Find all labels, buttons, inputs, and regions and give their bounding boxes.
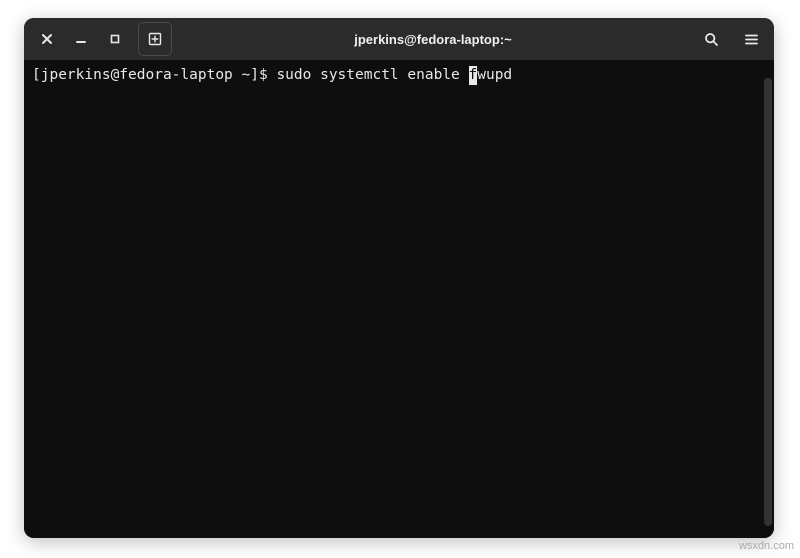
minimize-button[interactable] <box>64 22 98 56</box>
hamburger-icon <box>744 32 759 47</box>
new-tab-button[interactable] <box>138 22 172 56</box>
close-button[interactable] <box>30 22 64 56</box>
close-icon <box>41 33 53 45</box>
search-button[interactable] <box>694 22 728 56</box>
watermark-text: wsxdn.com <box>739 540 794 552</box>
text-cursor: f <box>469 66 478 85</box>
terminal-window: jperkins@fedora-laptop:~ [jperkins@fedor… <box>24 18 774 538</box>
command-text-before: sudo systemctl enable <box>276 67 468 83</box>
scrollbar[interactable] <box>764 78 772 526</box>
maximize-button[interactable] <box>98 22 132 56</box>
titlebar-left-controls <box>30 22 172 56</box>
command-text-after: wupd <box>477 67 512 83</box>
titlebar: jperkins@fedora-laptop:~ <box>24 18 774 60</box>
terminal-body[interactable]: [jperkins@fedora-laptop ~]$ sudo systemc… <box>24 60 774 538</box>
minimize-icon <box>75 33 87 45</box>
menu-button[interactable] <box>734 22 768 56</box>
maximize-icon <box>109 33 121 45</box>
search-icon <box>704 32 719 47</box>
window-title: jperkins@fedora-laptop:~ <box>172 32 694 47</box>
new-tab-icon <box>147 31 163 47</box>
shell-prompt: [jperkins@fedora-laptop ~]$ <box>32 67 276 83</box>
titlebar-right-controls <box>694 22 768 56</box>
